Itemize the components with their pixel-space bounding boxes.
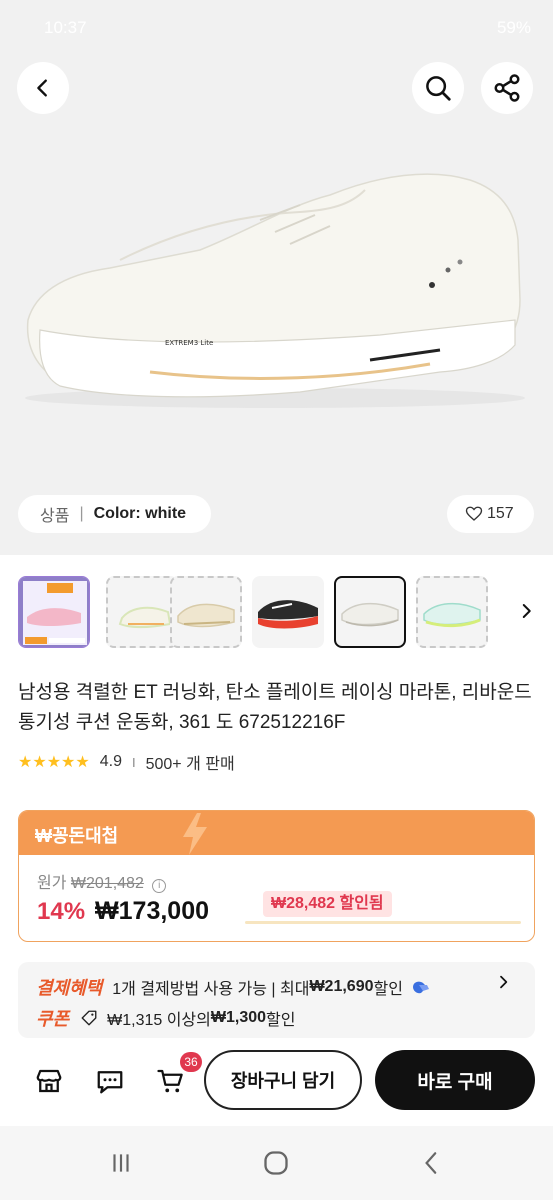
payment-benefit-amount: ₩21,690 [309,978,374,995]
status-bar: 10:37 59% [0,0,553,56]
coupon-tag: 쿠폰 [36,1009,70,1029]
benefits-more-button[interactable] [495,974,511,995]
back-icon [425,1152,437,1174]
system-back-button[interactable] [417,1148,447,1178]
deal-progress-line [245,921,521,924]
rating-row[interactable]: ★★★★★ 4.9 I 500+ 개 판매 [18,750,235,774]
product-image: EXTREM3 Lite [25,173,525,408]
original-price-row: 원가 ₩201,482 i [37,869,167,893]
thumbnail-white-selected[interactable] [334,576,406,648]
thumbnail-image [19,577,89,647]
price-row: 14% ₩173,000 [37,897,209,926]
recent-apps-button[interactable] [106,1148,136,1178]
coupon-suffix: 할인 [266,1012,296,1029]
sales-count: 500+ 개 판매 [145,756,235,773]
chat-button[interactable] [93,1064,127,1098]
bottom-action-bar: 36 장바구니 담기 바로 구매 [0,1046,553,1124]
chevron-left-icon [37,79,47,97]
buy-now-button[interactable]: 바로 구매 [375,1050,535,1110]
chevron-right-icon [522,604,531,618]
status-battery: 59% [496,18,531,37]
product-title: 남성용 격렬한 ET 러닝화, 탄소 플레이트 레이싱 마라톤, 리바운드 통기… [18,682,532,733]
benefits-box[interactable]: 결제혜택 1개 결제방법 사용 가능 | 최대 ₩21,690 할인 쿠폰 ₩1… [18,962,535,1038]
home-icon [264,1151,288,1175]
payment-benefit-tag: 결제혜택 [36,978,103,998]
system-nav-bar [0,1126,553,1200]
original-price-label: 원가 [37,875,67,892]
heart-outline-icon [465,506,483,521]
add-to-cart-button[interactable]: 장바구니 담기 [204,1050,362,1110]
thumbnail-image [423,602,481,628]
like-button[interactable]: 157 [447,495,534,533]
store-button[interactable] [32,1064,66,1098]
home-button[interactable] [261,1148,291,1178]
coupon-benefit-row: 쿠폰 ₩1,315 이상의 ₩1,300 할인 [36,1005,295,1031]
thumbnail-mint-lime[interactable] [416,576,488,648]
thumbnails-next-button[interactable] [513,598,539,624]
thumbnail-image [341,602,399,627]
chevron-right-icon [500,975,508,989]
search-button[interactable] [412,62,464,114]
payment-method-icon [412,981,429,994]
payment-benefit-row: 결제혜택 1개 결제방법 사용 가능 | 최대 ₩21,690 할인 [36,974,431,1000]
back-button[interactable] [17,62,69,114]
thumbnail-pink[interactable] [18,576,90,648]
lightning-icon [183,813,207,855]
sale-price: ₩173,000 [95,897,210,925]
like-count: 157 [487,505,514,522]
thumbnail-white-green[interactable] [106,576,178,648]
payment-benefit-suffix: 할인 [373,981,403,998]
thumbnail-cream[interactable] [170,576,242,648]
variant-chip[interactable]: 상품 | Color: white [18,495,211,533]
search-icon [426,76,451,101]
variant-value: Color: white [93,505,187,522]
thumbnail-image [118,606,172,628]
store-icon [36,1069,62,1093]
cart-count-badge: 36 [180,1052,202,1072]
rating-divider: I [131,754,136,770]
thumbnail-image [258,600,318,629]
recent-apps-icon [113,1154,129,1172]
deal-header: ₩꽁돈대첩 [19,811,534,855]
color-thumbnails [18,576,553,648]
deal-badge: ₩꽁돈대첩 [35,826,119,846]
coupon-amount: ₩1,300 [210,1009,267,1026]
info-icon[interactable]: i [152,879,167,893]
rating-value: 4.9 [99,753,122,770]
deal-box: ₩꽁돈대첩 원가 ₩201,482 i 14% ₩173,000 ₩28,482… [18,810,535,942]
chat-icon [97,1071,123,1094]
payment-benefit-text: 1개 결제방법 사용 가능 | 최대 [112,981,310,998]
discount-percent: 14% [37,898,86,925]
variant-separator: | [79,505,84,522]
saved-amount-badge: ₩28,482 할인됨 [263,891,392,917]
thumbnail-image [177,603,235,628]
svg-text:EXTREM3 Lite: EXTREM3 Lite [165,339,213,347]
rating-stars: ★★★★★ [18,754,90,771]
cart-icon [157,1069,183,1093]
variant-label: 상품 [40,508,70,525]
status-time: 10:37 [44,18,87,37]
thumbnail-red-black[interactable] [252,576,324,648]
coupon-text: ₩1,315 이상의 [107,1012,211,1029]
original-price: ₩201,482 [70,875,144,892]
share-icon [494,74,520,102]
tag-icon [81,1010,97,1026]
product-image-area[interactable]: EXTREM3 Lite 10:37 59% 상품 | Color: white… [0,0,553,555]
share-button[interactable] [481,62,533,114]
